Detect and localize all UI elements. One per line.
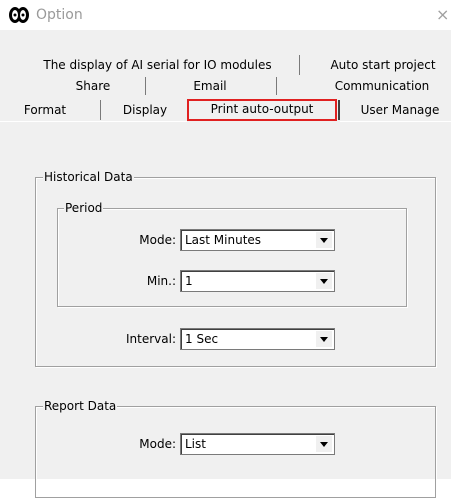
period-title: Period [64,201,104,215]
tab-page-border [340,121,451,122]
chevron-down-icon[interactable] [316,232,332,248]
tab-share[interactable]: Share [58,77,128,95]
app-logo-icon [9,7,29,23]
tab-label: Display [122,103,168,117]
tab-divider [299,55,300,75]
tab-label: User Manage [360,103,440,117]
period-min-select[interactable]: 1 [180,270,335,292]
report-mode-label: Mode: [139,437,176,451]
close-button[interactable]: × [436,5,451,25]
min-label: Min.: [146,274,176,288]
tab-format[interactable]: Format [6,100,84,120]
period-group [57,208,407,307]
tab-page-border [0,121,187,122]
tab-label: Auto start project [330,58,436,72]
tab-label: Communication [334,79,430,93]
combo-value: 1 [185,274,193,288]
tab-print-auto-output[interactable]: Print auto-output [187,99,337,121]
tab-email[interactable]: Email [180,77,240,95]
historical-data-title: Historical Data [43,170,134,184]
report-mode-select[interactable]: List [180,433,335,455]
window-title: Option [36,7,83,23]
tab-divider [276,77,277,95]
combo-value: List [185,437,206,451]
tab-label: Print auto-output [210,102,314,116]
chevron-down-icon[interactable] [316,436,332,452]
tab-label: Format [23,103,67,117]
dialog-client-area: The display of AI serial for IO modules … [0,30,451,498]
tab-label: The display of AI serial for IO modules [43,58,272,72]
tab-divider [145,77,146,95]
interval-select[interactable]: 1 Sec [180,328,335,350]
tab-label: Email [193,79,227,93]
tab-label: Share [75,79,111,93]
period-mode-select[interactable]: Last Minutes [180,229,335,251]
tab-communication[interactable]: Communication [322,77,442,95]
combo-value: 1 Sec [185,332,219,346]
interval-label: Interval: [126,332,176,346]
tab-ai-serial-display[interactable]: The display of AI serial for IO modules [30,55,285,75]
chevron-down-icon[interactable] [316,273,332,289]
mode-label: Mode: [139,233,176,247]
combo-value: Last Minutes [185,233,262,247]
tab-auto-start-project[interactable]: Auto start project [318,55,448,75]
tab-divider [100,100,101,120]
tab-divider [338,100,340,120]
title-bar: Option × [0,0,451,30]
report-data-title: Report Data [43,399,118,413]
chevron-down-icon[interactable] [316,331,332,347]
tab-user-manage[interactable]: User Manage [350,100,450,120]
tab-display[interactable]: Display [110,100,180,120]
